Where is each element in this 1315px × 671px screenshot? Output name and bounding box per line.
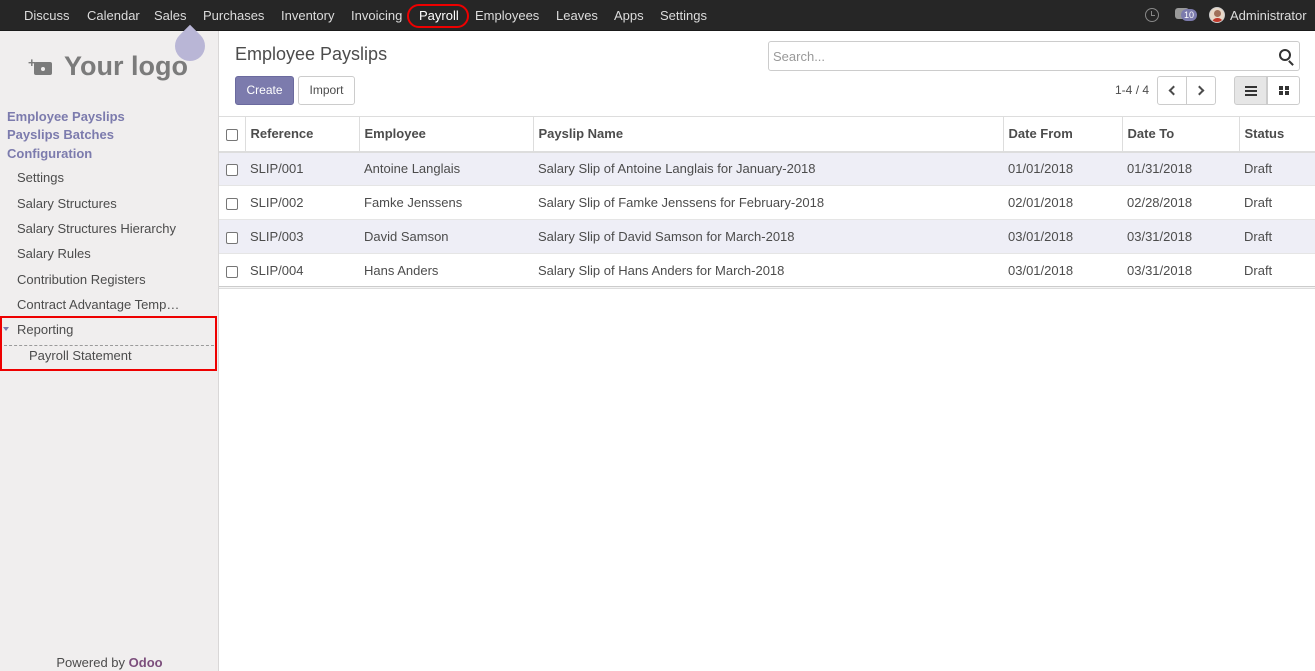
cell-employee: Hans Anders <box>364 263 439 278</box>
menu-discuss[interactable]: Discuss <box>24 0 70 31</box>
column-status[interactable]: Status <box>1239 116 1315 153</box>
top-navbar: Discuss Calendar Sales Purchases Invento… <box>0 0 1315 31</box>
kanban-view-button[interactable] <box>1267 76 1300 105</box>
cell-employee: David Samson <box>364 229 449 244</box>
table-footer <box>219 286 1315 289</box>
chat-count-badge: 10 <box>1181 9 1198 21</box>
row-select-cell <box>219 220 245 254</box>
row-select-cell <box>219 254 245 288</box>
chevron-left-icon <box>1168 85 1179 96</box>
odoo-link[interactable]: Odoo <box>129 655 163 670</box>
select-all-checkbox[interactable] <box>226 128 238 141</box>
pager-limit: / 4 <box>1135 83 1150 97</box>
cell-date-to: 03/31/2018 <box>1127 263 1193 278</box>
cell-reference: SLIP/003 <box>250 229 304 244</box>
column-employee[interactable]: Employee <box>359 116 534 153</box>
cell-employee: Antoine Langlais <box>364 161 461 177</box>
user-avatar[interactable] <box>1209 7 1225 23</box>
table-header-row: Reference Employee Payslip Name Date Fro… <box>219 116 1315 153</box>
menu-inventory[interactable]: Inventory <box>281 0 334 31</box>
logo-text: Your logo <box>64 51 188 81</box>
column-reference[interactable]: Reference <box>245 116 360 153</box>
cell-date-to: 01/31/2018 <box>1127 161 1193 177</box>
sidebar-item-reporting[interactable]: Reporting <box>17 322 73 337</box>
caret-down-icon[interactable] <box>3 327 9 331</box>
grid-icon <box>1279 86 1290 96</box>
cell-status: Draft <box>1244 229 1273 244</box>
row-checkbox[interactable] <box>226 231 238 244</box>
cell-status: Draft <box>1244 263 1273 278</box>
menu-sales[interactable]: Sales <box>154 0 187 31</box>
row-select-cell <box>219 152 245 186</box>
list-icon <box>1245 86 1257 96</box>
cell-payslip-name: Salary Slip of Famke Jenssens for Februa… <box>538 195 825 210</box>
cell-date-to: 02/28/2018 <box>1127 195 1193 210</box>
activity-clock-icon[interactable] <box>1145 8 1159 22</box>
row-checkbox[interactable] <box>226 197 238 210</box>
sidebar-payslips-batches[interactable]: Payslips Batches <box>7 127 114 142</box>
sidebar-item-contract-advantage[interactable]: Contract Advantage Temp… <box>17 297 179 312</box>
cell-reference: SLIP/001 <box>250 161 304 177</box>
sidebar-configuration[interactable]: Configuration <box>7 146 92 161</box>
cell-date-from: 03/01/2018 <box>1008 229 1074 244</box>
menu-leaves[interactable]: Leaves <box>556 0 598 31</box>
powered-by: Powered by Odoo <box>0 655 219 670</box>
company-logo[interactable]: + Your logo <box>18 24 212 93</box>
table-row[interactable]: SLIP/004 Hans Anders Salary Slip of Hans… <box>219 254 1315 288</box>
sidebar-item-settings[interactable]: Settings <box>17 170 64 185</box>
row-select-cell <box>219 186 245 220</box>
reporting-divider <box>4 345 214 346</box>
cell-date-from: 01/01/2018 <box>1008 161 1074 177</box>
sidebar-item-salary-structures-hierarchy[interactable]: Salary Structures Hierarchy <box>17 221 176 236</box>
search-bar <box>768 41 1300 71</box>
sidebar-item-payroll-statement[interactable]: Payroll Statement <box>29 348 132 363</box>
create-button[interactable]: Create <box>235 76 294 105</box>
table-row[interactable]: SLIP/002 Famke Jenssens Salary Slip of F… <box>219 186 1315 220</box>
sidebar-item-salary-rules[interactable]: Salary Rules <box>17 246 91 261</box>
table-row[interactable]: SLIP/003 David Samson Salary Slip of Dav… <box>219 219 1315 254</box>
cell-employee: Famke Jenssens <box>364 195 463 210</box>
menu-settings[interactable]: Settings <box>660 0 707 31</box>
cell-reference: SLIP/002 <box>250 195 304 210</box>
search-icon[interactable] <box>1279 49 1291 61</box>
cell-payslip-name: Salary Slip of David Samson for March-20… <box>538 229 795 244</box>
table-row[interactable]: SLIP/001 Antoine Langlais Salary Slip of… <box>219 151 1315 186</box>
search-input[interactable] <box>773 42 1273 70</box>
cell-status: Draft <box>1244 195 1273 210</box>
cell-date-to: 03/31/2018 <box>1127 229 1193 244</box>
sidebar-employee-payslips[interactable]: Employee Payslips <box>7 109 125 124</box>
payslips-table: Reference Employee Payslip Name Date Fro… <box>219 116 1315 288</box>
pager-value[interactable]: 1-4 / 4 <box>1115 83 1149 97</box>
import-button[interactable]: Import <box>298 76 355 105</box>
row-checkbox[interactable] <box>226 163 238 176</box>
column-date-to[interactable]: Date To <box>1122 116 1240 153</box>
column-date-from[interactable]: Date From <box>1003 116 1123 153</box>
menu-apps[interactable]: Apps <box>614 0 644 31</box>
cell-reference: SLIP/004 <box>250 263 304 278</box>
cell-payslip-name: Salary Slip of Antoine Langlais for Janu… <box>538 161 816 177</box>
pager-next-button[interactable] <box>1186 76 1216 105</box>
cell-date-from: 03/01/2018 <box>1008 263 1074 278</box>
column-payslip-name[interactable]: Payslip Name <box>533 116 1004 153</box>
menu-employees[interactable]: Employees <box>475 0 539 31</box>
pager-previous-button[interactable] <box>1157 76 1187 105</box>
camera-icon: + <box>28 55 54 76</box>
row-checkbox[interactable] <box>226 265 238 278</box>
menu-purchases[interactable]: Purchases <box>203 0 264 31</box>
menu-invoicing[interactable]: Invoicing <box>351 0 402 31</box>
select-all-cell <box>219 116 246 153</box>
sidebar-item-salary-structures[interactable]: Salary Structures <box>17 196 117 211</box>
menu-calendar[interactable]: Calendar <box>87 0 140 31</box>
user-menu[interactable]: Administrator <box>1230 0 1307 31</box>
page-title: Employee Payslips <box>235 44 388 64</box>
cell-date-from: 02/01/2018 <box>1008 195 1074 210</box>
cell-status: Draft <box>1244 161 1273 177</box>
menu-payroll[interactable]: Payroll <box>419 0 459 31</box>
powered-by-label: Powered by <box>56 655 126 670</box>
cell-payslip-name: Salary Slip of Hans Anders for March-201… <box>538 263 785 278</box>
list-view-button[interactable] <box>1234 76 1267 105</box>
sidebar-item-contribution-registers[interactable]: Contribution Registers <box>17 272 146 287</box>
chevron-right-icon <box>1194 85 1205 96</box>
